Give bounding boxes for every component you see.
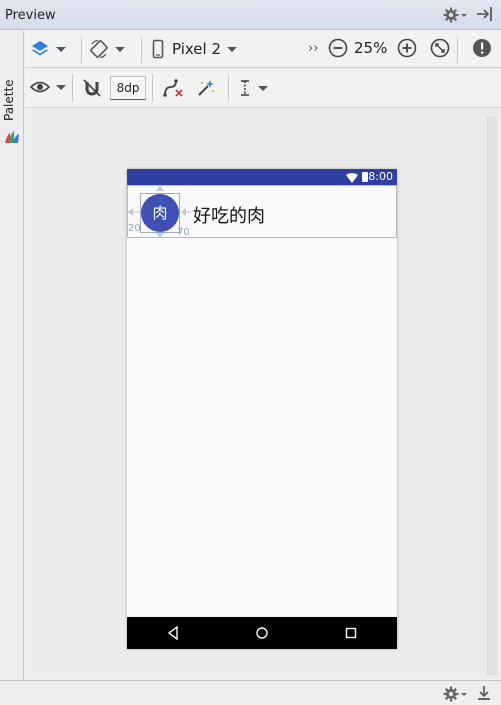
view-options-dropdown[interactable]: [30, 79, 66, 95]
chevron-down-icon: [227, 46, 238, 52]
phone-icon: [152, 39, 164, 59]
device-dropdown[interactable]: Pixel 2: [152, 39, 238, 59]
guideline-icon: [241, 80, 249, 96]
infer-constraints-button[interactable]: [196, 78, 216, 98]
gear-icon[interactable]: [443, 7, 467, 27]
magic-wand-icon: [198, 80, 214, 96]
zoom-to-fit-button[interactable]: [430, 38, 450, 58]
layers-icon: [32, 41, 48, 56]
bottom-bar: [0, 680, 501, 705]
chevron-down-icon: [115, 46, 125, 52]
device-name: Pixel 2: [172, 40, 222, 58]
hide-panel-icon[interactable]: [476, 6, 494, 26]
toolbar-divider: [141, 37, 142, 63]
chevron-down-icon: [258, 85, 268, 91]
back-icon[interactable]: [167, 625, 179, 644]
eye-icon: [30, 81, 50, 93]
toolbar-primary: Pixel 2 ›› 25%: [25, 31, 501, 68]
toolbar-divider: [152, 75, 153, 101]
toolbar-divider: [228, 75, 229, 101]
vertical-scrollbar[interactable]: [487, 117, 497, 675]
status-time: 8:00: [368, 170, 393, 183]
home-icon[interactable]: [255, 626, 269, 644]
overflow-menu[interactable]: ››: [308, 41, 318, 56]
recents-icon[interactable]: [345, 626, 357, 644]
zoom-in-button[interactable]: [397, 38, 417, 58]
download-icon[interactable]: [477, 685, 491, 705]
clear-constraints-button[interactable]: [162, 78, 184, 98]
rotate-icon: [90, 39, 108, 59]
chevron-down-icon: [56, 46, 66, 52]
device-preview[interactable]: 8:00 肉 20 70 好吃的肉: [127, 169, 397, 649]
zoom-in-icon: [397, 38, 417, 58]
autoconnect-toggle[interactable]: [82, 78, 102, 98]
toolbar-divider: [72, 75, 73, 101]
warning-icon: [473, 39, 491, 57]
panel-title: Preview: [5, 8, 56, 23]
clear-constraints-icon: [163, 79, 183, 97]
palette-tab[interactable]: Palette: [2, 79, 16, 121]
battery-icon: [362, 172, 368, 182]
zoom-fit-icon: [430, 38, 450, 58]
palette-icon[interactable]: [4, 129, 20, 149]
palette-strip: Palette: [0, 31, 24, 680]
issues-button[interactable]: [472, 38, 492, 58]
toolbar-divider: [81, 37, 82, 63]
status-bar: 8:00: [127, 169, 397, 185]
orientation-dropdown[interactable]: [89, 39, 125, 59]
chevron-down-icon: [56, 84, 66, 90]
panel-title-bar: Preview: [0, 0, 501, 30]
toolbar-divider: [457, 37, 458, 63]
item-title[interactable]: 好吃的肉: [193, 202, 265, 228]
default-margin-value: 8dp: [110, 76, 146, 100]
gear-icon[interactable]: [443, 686, 467, 705]
zoom-out-button[interactable]: [328, 38, 348, 58]
navigation-bar: [127, 617, 397, 649]
magnet-off-icon: [83, 79, 101, 97]
default-margins-dropdown[interactable]: 8dp: [110, 76, 146, 100]
constraint-margin-left: 20: [128, 223, 141, 234]
constraint-margin-right: 70: [177, 227, 190, 238]
toolbar-secondary: 8dp: [25, 68, 501, 108]
zoom-out-icon: [328, 38, 348, 58]
guidelines-dropdown[interactable]: [238, 78, 268, 98]
list-item[interactable]: 肉 20 70 好吃的肉: [127, 185, 397, 238]
zoom-level: 25%: [354, 39, 388, 57]
design-surface-dropdown[interactable]: [30, 39, 66, 59]
